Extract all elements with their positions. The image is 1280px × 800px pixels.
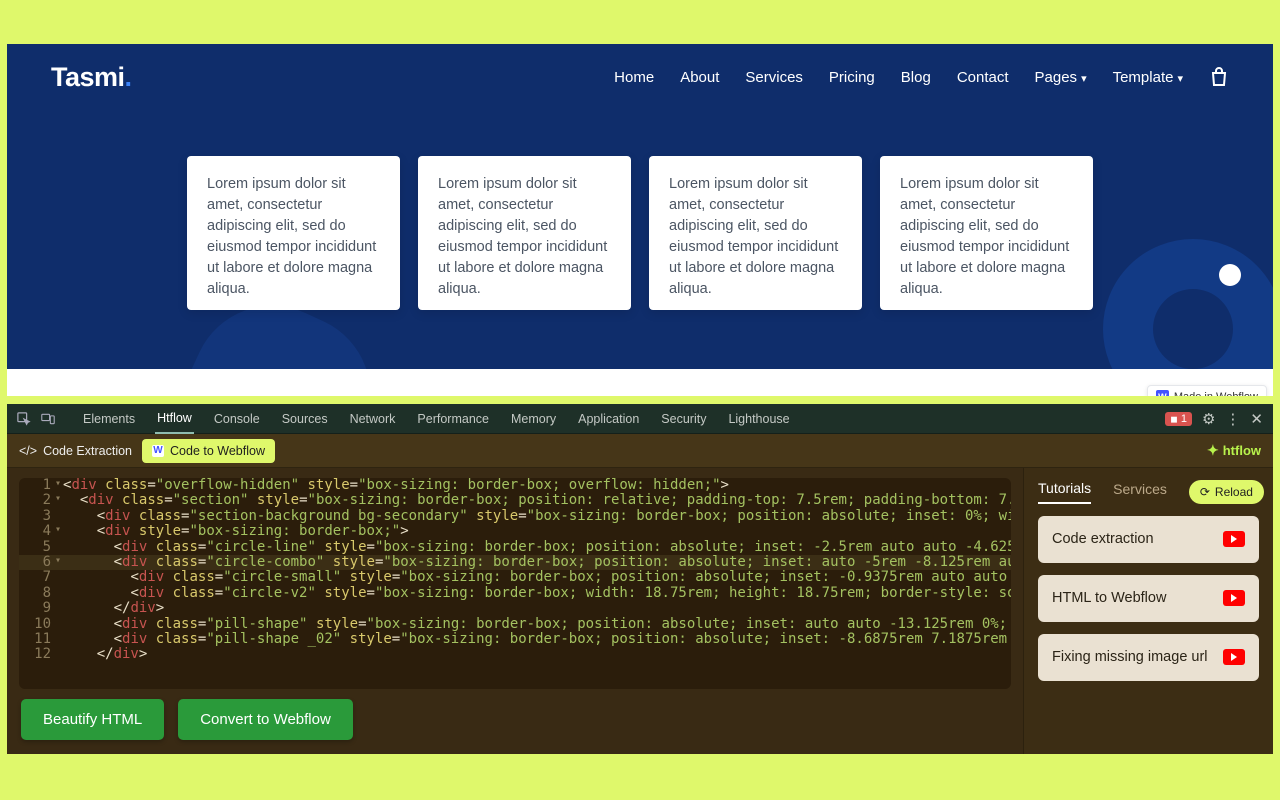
cart-icon[interactable] — [1209, 65, 1229, 89]
decoration-dot — [1219, 264, 1241, 286]
tab-network[interactable]: Network — [348, 405, 398, 433]
youtube-icon — [1223, 531, 1245, 547]
code-footer: Beautify HTML Convert to Webflow — [19, 689, 1011, 744]
sidebar-tabs: Tutorials Services ⟳ Reload — [1038, 480, 1259, 504]
reload-icon: ⟳ — [1200, 485, 1210, 499]
tutorial-title: Fixing missing image url — [1052, 648, 1208, 667]
code-line[interactable]: 3 <div class="section-background bg-seco… — [19, 509, 1011, 524]
tab-lighthouse[interactable]: Lighthouse — [726, 405, 791, 433]
code-line[interactable]: 6▾ <div class="circle-combo" style="box-… — [19, 555, 1011, 570]
code-panel: 1▾<div class="overflow-hidden" style="bo… — [7, 468, 1023, 754]
code-line[interactable]: 9 </div> — [19, 601, 1011, 616]
tab-sources[interactable]: Sources — [280, 405, 330, 433]
brand-logo[interactable]: Tasmi. — [51, 62, 132, 93]
tab-htflow[interactable]: Htflow — [155, 404, 194, 434]
settings-icon[interactable]: ⚙ — [1202, 410, 1215, 428]
sidebar-tab-tutorials[interactable]: Tutorials — [1038, 480, 1091, 504]
made-in-webflow-badge[interactable]: W Made in Webflow — [1147, 385, 1267, 396]
tab-console[interactable]: Console — [212, 405, 262, 433]
hero-section: Tasmi. Home About Services Pricing Blog … — [7, 44, 1273, 369]
code-line[interactable]: 8 <div class="circle-v2" style="box-sizi… — [19, 586, 1011, 601]
code-line[interactable]: 2▾ <div class="section" style="box-sizin… — [19, 493, 1011, 508]
feature-card: Lorem ipsum dolor sit amet, consectetur … — [880, 156, 1093, 310]
nav-pages-dropdown[interactable]: Pages▾ — [1035, 69, 1087, 86]
feature-card: Lorem ipsum dolor sit amet, consectetur … — [187, 156, 400, 310]
tutorial-title: Code extraction — [1052, 530, 1154, 549]
code-line[interactable]: 11 <div class="pill-shape _02" style="bo… — [19, 632, 1011, 647]
tutorial-card[interactable]: HTML to Webflow — [1038, 575, 1259, 622]
brand-name: Tasmi — [51, 62, 125, 92]
code-editor[interactable]: 1▾<div class="overflow-hidden" style="bo… — [19, 478, 1011, 689]
nav-blog[interactable]: Blog — [901, 69, 931, 86]
htflow-toolbar: </> Code Extraction W Code to Webflow ✦ … — [7, 434, 1273, 468]
code-icon: </> — [19, 444, 37, 458]
inspect-icon[interactable] — [17, 412, 31, 426]
nav-template-dropdown[interactable]: Template▾ — [1113, 69, 1183, 86]
code-to-webflow-button[interactable]: W Code to Webflow — [142, 439, 275, 463]
webflow-icon: W — [1156, 390, 1169, 396]
tab-application[interactable]: Application — [576, 405, 641, 433]
tutorial-card[interactable]: Fixing missing image url — [1038, 634, 1259, 681]
code-line[interactable]: 12 </div> — [19, 647, 1011, 662]
feature-card: Lorem ipsum dolor sit amet, consectetur … — [649, 156, 862, 310]
devtools-panel: Elements Htflow Console Sources Network … — [7, 404, 1273, 754]
close-icon[interactable]: ✕ — [1250, 410, 1263, 428]
devtools-tabbar: Elements Htflow Console Sources Network … — [7, 404, 1273, 434]
tutorial-title: HTML to Webflow — [1052, 589, 1166, 608]
chevron-down-icon: ▾ — [1177, 73, 1183, 85]
code-line[interactable]: 5 <div class="circle-line" style="box-si… — [19, 540, 1011, 555]
tab-security[interactable]: Security — [659, 405, 708, 433]
tab-performance[interactable]: Performance — [415, 405, 491, 433]
beautify-html-button[interactable]: Beautify HTML — [21, 699, 164, 740]
devtools-body: 1▾<div class="overflow-hidden" style="bo… — [7, 468, 1273, 754]
error-badge[interactable]: ◼ 1 — [1165, 412, 1192, 426]
code-extraction-button[interactable]: </> Code Extraction — [19, 444, 132, 458]
nav-services[interactable]: Services — [745, 69, 803, 86]
code-line[interactable]: 1▾<div class="overflow-hidden" style="bo… — [19, 478, 1011, 493]
nav-links: Home About Services Pricing Blog Contact… — [614, 65, 1229, 89]
htflow-logo: ✦ htflow — [1207, 442, 1261, 459]
sidebar-panel: Tutorials Services ⟳ Reload Code extract… — [1023, 468, 1273, 754]
tab-elements[interactable]: Elements — [81, 405, 137, 433]
webflow-icon: W — [152, 445, 164, 457]
code-line[interactable]: 4▾ <div style="box-sizing: border-box;"> — [19, 524, 1011, 539]
nav-contact[interactable]: Contact — [957, 69, 1009, 86]
nav-home[interactable]: Home — [614, 69, 654, 86]
brand-dot: . — [125, 62, 132, 92]
navbar: Tasmi. Home About Services Pricing Blog … — [7, 44, 1273, 110]
device-toggle-icon[interactable] — [41, 412, 55, 426]
tab-memory[interactable]: Memory — [509, 405, 558, 433]
made-in-webflow-label: Made in Webflow — [1174, 391, 1258, 397]
youtube-icon — [1223, 590, 1245, 606]
sidebar-tab-services[interactable]: Services — [1113, 481, 1167, 503]
spark-icon: ✦ — [1207, 442, 1219, 459]
nav-about[interactable]: About — [680, 69, 719, 86]
reload-button[interactable]: ⟳ Reload — [1189, 480, 1264, 504]
webpage-preview: Tasmi. Home About Services Pricing Blog … — [7, 44, 1273, 396]
tutorial-card[interactable]: Code extraction — [1038, 516, 1259, 563]
youtube-icon — [1223, 649, 1245, 665]
nav-pricing[interactable]: Pricing — [829, 69, 875, 86]
more-icon[interactable]: ⋮ — [1225, 410, 1240, 428]
chevron-down-icon: ▾ — [1081, 73, 1087, 85]
feature-card: Lorem ipsum dolor sit amet, consectetur … — [418, 156, 631, 310]
code-line[interactable]: 7 <div class="circle-small" style="box-s… — [19, 570, 1011, 585]
card-row: Lorem ipsum dolor sit amet, consectetur … — [147, 156, 1133, 310]
code-line[interactable]: 10 <div class="pill-shape" style="box-si… — [19, 617, 1011, 632]
convert-to-webflow-button[interactable]: Convert to Webflow — [178, 699, 353, 740]
